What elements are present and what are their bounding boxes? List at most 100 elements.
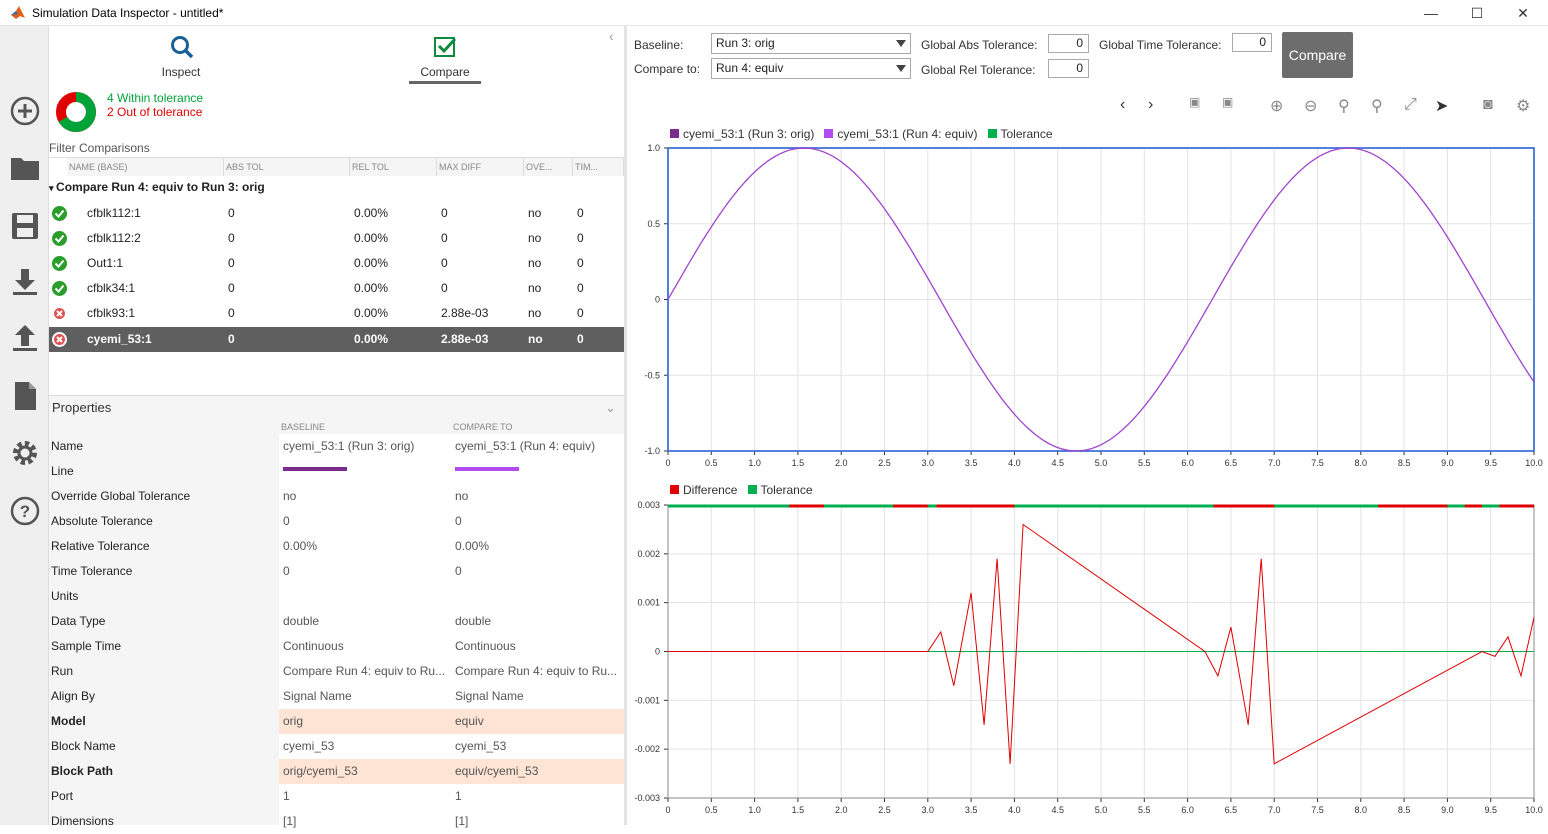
baseline-cell: orig: [279, 709, 451, 734]
compare-value: cyemi_53: [455, 739, 507, 753]
cell-name: cfblk34:1: [87, 281, 136, 295]
collapse-panel-icon[interactable]: ‹: [609, 28, 614, 44]
property-row: Relative Tolerance 0.00% 0.00%: [49, 534, 624, 559]
compare-value: 0.00%: [455, 539, 490, 553]
zoom-y-icon[interactable]: ⚲: [1371, 96, 1383, 116]
back-icon[interactable]: ‹: [1120, 96, 1125, 114]
col-header-name[interactable]: NAME (BASE): [67, 158, 224, 176]
cell-time-tol: 0: [577, 206, 584, 220]
baseline-value: Signal Name: [283, 689, 352, 703]
svg-text:?: ?: [20, 502, 30, 521]
close-button[interactable]: ✕: [1500, 0, 1546, 26]
zoom-out-icon[interactable]: ⊖: [1304, 96, 1317, 116]
property-name: Name: [51, 439, 84, 453]
col-header-override[interactable]: OVE...: [524, 158, 573, 176]
x-tick-label: 8.0: [1355, 458, 1368, 468]
table-row[interactable]: cfblk93:1 0 0.00% 2.88e-03 no 0: [49, 301, 624, 326]
compare-cell: Signal Name: [451, 684, 624, 709]
col-header-time[interactable]: TIM...: [573, 158, 624, 176]
pass-check-icon: [52, 206, 67, 221]
compare-value: equiv/cyemi_53: [455, 764, 539, 778]
tab-compare[interactable]: Compare: [405, 26, 485, 84]
camera-icon[interactable]: ◙: [1483, 96, 1493, 114]
settings-gear-icon[interactable]: [9, 437, 41, 469]
comparison-group-row[interactable]: ▾ Compare Run 4: equiv to Run 3: orig: [49, 180, 265, 194]
fail-x-icon: [52, 332, 67, 347]
property-row: Units: [49, 584, 624, 609]
property-name: Run: [51, 664, 74, 678]
table-row[interactable]: cfblk112:1 0 0.00% 0 no 0: [49, 201, 624, 226]
open-folder-icon[interactable]: [9, 152, 41, 184]
properties-header[interactable]: Properties ⌄: [49, 395, 624, 419]
plot-toolbar: ‹ › ▣ ▣ ⊕ ⊖ ⚲ ⚲ ⤢ ➤ ◙ ⚙: [627, 88, 1548, 122]
fit-to-view-icon[interactable]: ⤢: [1404, 96, 1417, 114]
save-icon[interactable]: [9, 210, 41, 242]
col-header-rel-tol[interactable]: REL TOL: [350, 158, 437, 176]
baseline-select[interactable]: Run 3: orig: [711, 33, 911, 54]
layout-2-icon[interactable]: ▣: [1222, 95, 1233, 109]
property-name: Relative Tolerance: [51, 539, 150, 553]
cell-name: cfblk93:1: [87, 306, 136, 320]
table-row[interactable]: cfblk34:1 0 0.00% 0 no 0: [49, 276, 624, 301]
compare-cell: Compare Run 4: equiv to Ru...: [451, 659, 624, 684]
property-row: Block Path orig/cyemi_53 equiv/cyemi_53: [49, 759, 624, 784]
tab-inspect[interactable]: Inspect: [141, 26, 221, 84]
global-rel-tol-input[interactable]: 0: [1048, 59, 1089, 78]
table-row[interactable]: cyemi_53:1 0 0.00% 2.88e-03 no 0: [49, 327, 624, 352]
zoom-in-icon[interactable]: ⊕: [1270, 96, 1283, 116]
cell-override: no: [528, 281, 542, 295]
x-tick-label: 7.5: [1311, 458, 1324, 468]
signal-plot[interactable]: 0 0.5 1.0 1.5 2.0 2.5 3.0 3.5 4.0 4.5 5.0 5.5 6.0 6.5…: [627, 140, 1548, 480]
compare-cell: no: [451, 484, 624, 509]
compare-button[interactable]: Compare: [1282, 32, 1353, 78]
property-name: Port: [51, 789, 74, 803]
import-icon[interactable]: [9, 266, 41, 298]
property-name: Absolute Tolerance: [51, 514, 153, 528]
global-time-tol-input[interactable]: 0: [1232, 33, 1272, 52]
col-header-abs-tol[interactable]: ABS TOL: [224, 158, 350, 176]
export-icon[interactable]: [9, 322, 41, 354]
x-tick-label: 9.5: [1484, 458, 1497, 468]
table-row[interactable]: Out1:1 0 0.00% 0 no 0: [49, 251, 624, 276]
cell-rel-tol: 0.00%: [354, 306, 389, 320]
global-abs-tol-input[interactable]: 0: [1048, 34, 1089, 53]
chevron-down-icon[interactable]: ⌄: [605, 396, 616, 420]
cell-max-diff: 0: [441, 256, 448, 270]
forward-icon[interactable]: ›: [1148, 96, 1153, 114]
compare-check-icon: [434, 37, 457, 57]
baseline-cell: [279, 584, 451, 609]
matlab-logo-icon: [11, 6, 25, 19]
cell-abs-tol: 0: [228, 231, 235, 245]
layout-1-icon[interactable]: ▣: [1189, 95, 1200, 109]
compare-to-select[interactable]: Run 4: equiv: [711, 58, 911, 79]
x-tick-label: 4.0: [1008, 458, 1021, 468]
help-icon[interactable]: ?: [9, 495, 41, 527]
gear-icon[interactable]: ⚙: [1516, 96, 1530, 116]
difference-plot[interactable]: 0 0.5 1.0 1.5 2.0 2.5 3.0 3.5 4.0 4.5 5.0 5.5 6.0 6.5…: [627, 495, 1548, 825]
table-row[interactable]: cfblk112:2 0 0.00% 0 no 0: [49, 226, 624, 251]
compare-cell: cyemi_53: [451, 734, 624, 759]
legend-item-tolerance: Tolerance: [987, 127, 1053, 141]
col-header-max-diff[interactable]: MAX DIFF: [437, 158, 524, 176]
minimize-button[interactable]: —: [1408, 0, 1454, 26]
group-label: Compare Run 4: equiv to Run 3: orig: [56, 180, 265, 194]
cursor-icon[interactable]: ➤: [1435, 96, 1448, 116]
cell-abs-tol: 0: [228, 206, 235, 220]
y-tick-label: 1.0: [647, 143, 660, 153]
compare-value: Signal Name: [455, 689, 524, 703]
zoom-x-icon[interactable]: ⚲: [1338, 96, 1350, 116]
pass-check-icon: [52, 231, 67, 246]
new-session-icon[interactable]: [9, 95, 41, 127]
baseline-value: Run 3: orig: [716, 36, 775, 50]
cell-abs-tol: 0: [228, 332, 235, 346]
report-icon[interactable]: [9, 380, 41, 412]
compare-cell: double: [451, 609, 624, 634]
x-tick-label: 1.5: [792, 805, 805, 815]
x-tick-label: 1.0: [748, 458, 761, 468]
y-tick-label: 0: [655, 295, 660, 305]
x-tick-label: 9.0: [1441, 458, 1454, 468]
dropdown-arrow-icon: [896, 65, 906, 72]
maximize-button[interactable]: ☐: [1454, 0, 1500, 26]
filter-comparisons-input[interactable]: Filter Comparisons: [49, 141, 150, 155]
cell-abs-tol: 0: [228, 306, 235, 320]
